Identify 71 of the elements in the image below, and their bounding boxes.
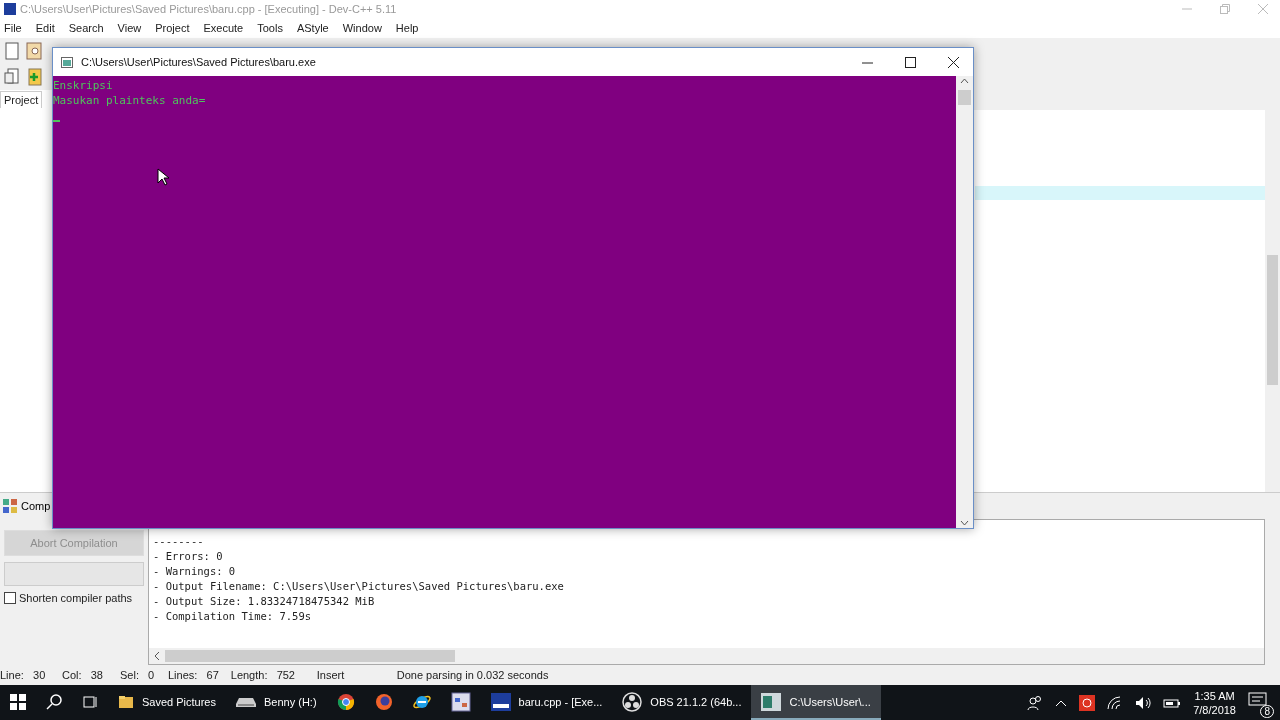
menu-item[interactable]: Execute (203, 22, 244, 34)
app-icon (450, 691, 471, 712)
maximize-icon[interactable] (905, 56, 916, 68)
volume-icon[interactable] (1135, 695, 1152, 710)
people-icon[interactable] (1027, 694, 1044, 711)
open-file-icon[interactable] (26, 42, 42, 60)
menu-item[interactable]: Project (155, 22, 190, 34)
search-icon[interactable] (46, 693, 62, 710)
log-line: - Output Size: 1.83324718475342 MiB (153, 594, 376, 609)
dev-icon (490, 692, 511, 711)
log-line: - Warnings: 0 (153, 564, 237, 579)
close-icon[interactable] (948, 56, 959, 68)
status-field: Done parsing in 0.032 seconds (384, 669, 549, 681)
log-line: - Output Filename: C:\Users\User\Pictures\Saved Pictures\baru.exe (153, 579, 565, 594)
window-icon (761, 692, 782, 711)
console-icon (61, 56, 73, 68)
battery-icon[interactable] (1163, 696, 1182, 709)
status-field: Insert (304, 669, 385, 681)
menu-item[interactable]: Edit (35, 22, 55, 34)
add-file-icon[interactable] (26, 68, 42, 86)
chevron-up-icon[interactable] (1055, 698, 1068, 707)
firefox-icon (374, 692, 393, 711)
cloud-app-icon[interactable] (1079, 694, 1096, 711)
taskbar-button[interactable]: Saved Pictures (108, 685, 226, 720)
console-line: Enskripsi (53, 78, 114, 93)
mouse-pointer-icon (157, 168, 169, 186)
status-field: Sel: 0 (108, 669, 156, 681)
taskbar-button[interactable]: baru.cpp - [Exe... (480, 685, 613, 720)
text-cursor (53, 120, 60, 122)
menu-item[interactable]: File (4, 22, 22, 34)
scrollbar-thumb[interactable] (958, 90, 971, 105)
console-title: C:\Users\User\Pictures\Saved Pictures\baru.exe (81, 56, 316, 68)
task-view-icon[interactable] (82, 693, 98, 710)
clock-date: 7/8/2018 (1193, 702, 1236, 717)
status-field: Line: 30 (0, 669, 50, 681)
project-tab[interactable]: Project (0, 91, 43, 108)
window-title: C:\Users\User\Pictures\Saved Pictures\baru.cpp - [Executing] - Dev-C++ 5.11 (20, 3, 397, 15)
scroll-down-icon[interactable] (960, 520, 969, 526)
clock-time: 1:35 AM (1194, 688, 1235, 703)
chrome-icon (336, 692, 355, 711)
document-icon[interactable] (4, 68, 20, 86)
menu-item[interactable]: Search (68, 22, 104, 34)
folder-icon (118, 693, 134, 710)
menu-item[interactable]: Window (342, 22, 382, 34)
scrollbar-thumb[interactable] (165, 650, 455, 662)
drive-icon (236, 695, 256, 708)
windows-start-icon[interactable] (10, 693, 26, 710)
scroll-up-icon[interactable] (960, 78, 969, 84)
taskbar-button[interactable]: Benny (H:) (226, 685, 327, 720)
obs-icon (622, 691, 643, 712)
status-field: Length: 752 (218, 669, 305, 681)
menu-item[interactable]: View (117, 22, 142, 34)
dev-icon (4, 3, 16, 15)
taskbar-button[interactable]: OBS 21.1.2 (64b... (612, 685, 752, 720)
notification-count: 8 (1260, 704, 1274, 718)
menu-item[interactable]: AStyle (296, 22, 329, 34)
log-line: - Compilation Time: 7.59s (153, 609, 313, 624)
status-field: Col: 38 (50, 669, 108, 681)
taskbar-button[interactable]: C:\Users\User\... (751, 685, 881, 720)
menu-item[interactable]: Tools (257, 22, 283, 34)
status-field: Lines: 67 (156, 669, 219, 681)
log-line: - Errors: 0 (153, 549, 224, 564)
scrollbar-thumb[interactable] (1267, 255, 1278, 385)
log-line: -------- (153, 534, 205, 549)
grid-icon (3, 499, 17, 513)
new-file-icon[interactable] (4, 42, 20, 60)
scroll-left-icon[interactable] (153, 651, 161, 661)
console-line: Masukan plainteks anda= (53, 93, 207, 108)
compiler-tab[interactable]: Comp (21, 500, 51, 512)
menu-item[interactable]: Help (395, 22, 419, 34)
shorten-paths-checkbox[interactable]: Shorten compiler paths (4, 592, 144, 604)
